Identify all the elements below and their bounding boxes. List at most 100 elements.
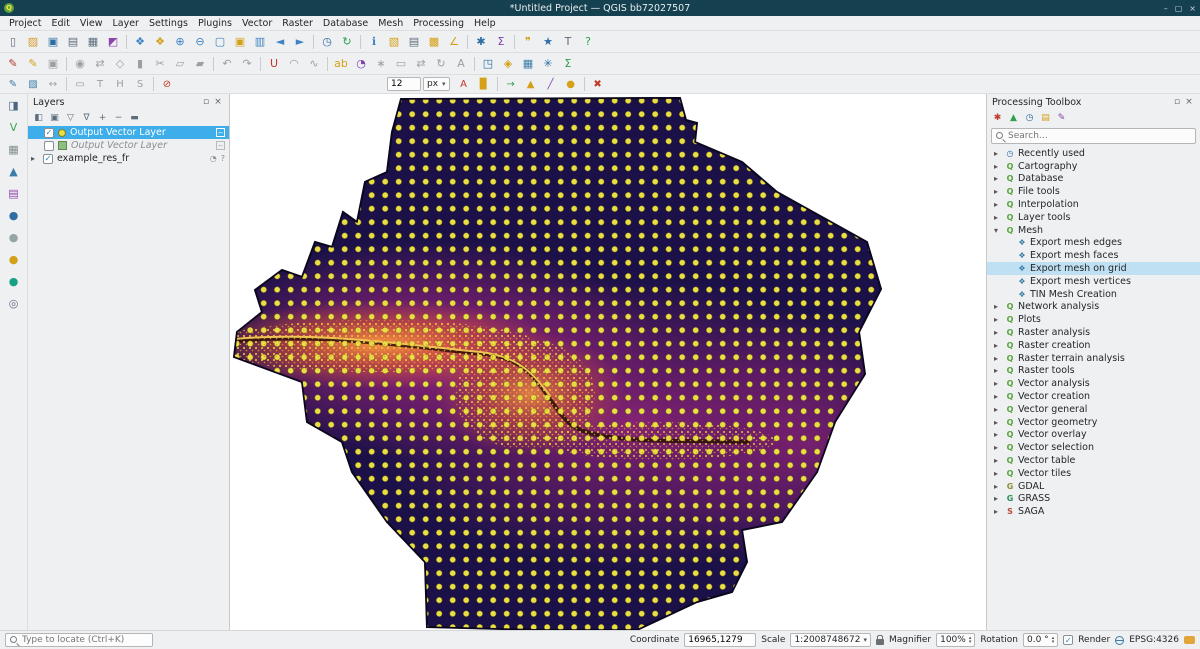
toolbar-icon[interactable] xyxy=(63,77,70,91)
close-button[interactable]: × xyxy=(1189,4,1196,13)
toolbar-icon[interactable] xyxy=(150,77,157,91)
expander-icon[interactable]: ▸ xyxy=(994,494,1002,503)
toolbar-icon[interactable] xyxy=(357,35,364,49)
pan-map-icon[interactable]: ❖ xyxy=(130,33,150,51)
collapse-all-icon[interactable]: − xyxy=(111,111,126,125)
layout-manager-icon[interactable]: ▦ xyxy=(83,33,103,51)
toolbox-group-interpolation[interactable]: ▸ Q Interpolation xyxy=(987,198,1200,211)
toolbox-group-cartography[interactable]: ▸ Q Cartography xyxy=(987,160,1200,173)
algorithm-export-mesh-vertices[interactable]: ❖ Export mesh vertices xyxy=(987,275,1200,288)
refresh-map-icon[interactable]: ↻ xyxy=(337,33,357,51)
vertex-tool-icon[interactable]: ◇ xyxy=(110,55,130,73)
expander-icon[interactable]: ▸ xyxy=(994,162,1002,171)
copy-features-icon[interactable]: ▱ xyxy=(170,55,190,73)
print-layout-icon[interactable]: ▤ xyxy=(63,33,83,51)
layer-crs-indicator-icon[interactable]: ? xyxy=(221,154,225,163)
toolbar-icon[interactable] xyxy=(324,57,331,71)
expander-icon[interactable]: ▸ xyxy=(994,302,1002,311)
history-icon[interactable]: ◷ xyxy=(1022,111,1037,125)
algorithm-export-mesh-edges[interactable]: ❖ Export mesh edges xyxy=(987,237,1200,250)
magnifier-spinbox[interactable]: 100% ▴▾ xyxy=(936,633,975,647)
toolbox-search-input[interactable] xyxy=(1008,131,1192,141)
text-color-icon[interactable]: A xyxy=(454,76,474,92)
sum-features-icon[interactable]: Σ xyxy=(558,55,578,73)
add-wms-layer-icon[interactable]: ● xyxy=(3,251,25,268)
add-spatialite-layer-icon[interactable]: ● xyxy=(3,229,25,246)
messages-icon[interactable] xyxy=(1184,636,1195,644)
toolbar-icon[interactable] xyxy=(123,35,130,49)
algorithm-export-mesh-on-grid[interactable]: ❖ Export mesh on grid xyxy=(987,262,1200,275)
rotate-label-icon[interactable]: ↻ xyxy=(431,55,451,73)
new-3d-map-icon[interactable]: ◳ xyxy=(478,55,498,73)
style-manager-icon[interactable]: ◩ xyxy=(103,33,123,51)
menu-item[interactable]: Layer xyxy=(107,18,144,29)
rotation-spinbox[interactable]: 0.0 ° ▴▾ xyxy=(1023,633,1058,647)
add-vector-layer-icon[interactable]: V xyxy=(3,119,25,136)
toolbox-group-vector-analysis[interactable]: ▸ Q Vector analysis xyxy=(987,377,1200,390)
pin-labels-icon[interactable]: ∗ xyxy=(371,55,391,73)
delete-selected-icon[interactable]: ▮ xyxy=(130,55,150,73)
toolbox-group-saga[interactable]: ▸ S SAGA xyxy=(987,505,1200,518)
spinner-arrows-icon[interactable]: ▴▾ xyxy=(1052,636,1055,644)
digitize-with-curve-icon[interactable]: ◠ xyxy=(284,55,304,73)
toolbox-group-vector-geometry[interactable]: ▸ Q Vector geometry xyxy=(987,416,1200,429)
crs-button[interactable]: EPSG:4326 xyxy=(1129,635,1179,645)
pan-to-selection-icon[interactable]: ❖ xyxy=(150,33,170,51)
toolbar-icon[interactable] xyxy=(511,35,518,49)
add-xyz-layer-icon[interactable]: ◎ xyxy=(3,295,25,312)
results-viewer-icon[interactable]: ▤ xyxy=(1038,111,1053,125)
cut-features-icon[interactable]: ✂ xyxy=(150,55,170,73)
layer-notes-indicator-icon[interactable]: ◔ xyxy=(210,154,217,163)
add-delimited-text-icon[interactable]: ▤ xyxy=(3,185,25,202)
text-annotation-tool-icon[interactable]: T xyxy=(90,76,110,92)
expander-icon[interactable]: ▸ xyxy=(994,366,1002,375)
snapping-options-icon[interactable]: U xyxy=(264,55,284,73)
move-label-icon[interactable]: ⇄ xyxy=(411,55,431,73)
temporal-controller-icon[interactable]: ◷ xyxy=(317,33,337,51)
render-checkbox[interactable] xyxy=(1063,635,1073,645)
toolbox-group-vector-creation[interactable]: ▸ Q Vector creation xyxy=(987,390,1200,403)
layer-checkbox[interactable] xyxy=(44,141,54,151)
processing-toolbox-icon[interactable]: ✱ xyxy=(471,33,491,51)
expander-icon[interactable]: ▸ xyxy=(994,315,1002,324)
toolbar-icon[interactable] xyxy=(581,77,588,91)
layer-checkbox[interactable] xyxy=(43,154,53,164)
expander-icon[interactable]: ▸ xyxy=(994,341,1002,350)
mesh-transform-icon[interactable]: ↔ xyxy=(43,76,63,92)
help-contents-icon[interactable]: ? xyxy=(578,33,598,51)
clear-annotations-icon[interactable]: ✖ xyxy=(588,76,608,92)
toolbar-icon[interactable] xyxy=(257,57,264,71)
expander-icon[interactable]: ▸ xyxy=(994,392,1002,401)
open-layer-styling-icon[interactable]: ◧ xyxy=(31,111,46,125)
toolbar-icon[interactable] xyxy=(494,77,501,91)
layer-labeling-icon[interactable]: ab xyxy=(331,55,351,73)
models-menu-icon[interactable]: ▲ xyxy=(1006,111,1021,125)
expander-icon[interactable]: ▸ xyxy=(994,354,1002,363)
toolbar-icon[interactable] xyxy=(464,35,471,49)
mesh-digitizing-icon[interactable]: ✎ xyxy=(3,76,23,92)
toolbox-group-vector-tiles[interactable]: ▸ Q Vector tiles xyxy=(987,467,1200,480)
toolbox-group-network-analysis[interactable]: ▸ Q Network analysis xyxy=(987,301,1200,314)
arrow-annotation-icon[interactable]: → xyxy=(501,76,521,92)
menu-item[interactable]: Edit xyxy=(47,18,75,29)
expander-icon[interactable]: ▸ xyxy=(994,379,1002,388)
zoom-full-icon[interactable]: ▢ xyxy=(210,33,230,51)
scale-label[interactable]: Scale xyxy=(761,635,785,645)
move-feature-icon[interactable]: ⇄ xyxy=(90,55,110,73)
zoom-last-icon[interactable]: ◄ xyxy=(270,33,290,51)
magnifier-label[interactable]: Magnifier xyxy=(889,635,931,645)
unit-combo[interactable]: px ▾ xyxy=(423,77,450,91)
float-panel-icon[interactable]: ▫ xyxy=(1171,97,1183,107)
open-attribute-table-icon[interactable]: ▤ xyxy=(404,33,424,51)
expander-icon[interactable]: ▸ xyxy=(994,213,1002,222)
algorithm-export-mesh-faces[interactable]: ❖ Export mesh faces xyxy=(987,249,1200,262)
current-edits-icon[interactable]: ✎ xyxy=(3,55,23,73)
expander-icon[interactable]: ▸ xyxy=(994,456,1002,465)
polygon-annotation-icon[interactable]: ▲ xyxy=(521,76,541,92)
expander-icon[interactable]: ▸ xyxy=(994,469,1002,478)
remove-layer-icon[interactable]: ▬ xyxy=(127,111,142,125)
mesh-calculator-icon[interactable]: ▦ xyxy=(518,55,538,73)
menu-item[interactable]: Processing xyxy=(408,18,469,29)
menu-item[interactable]: Mesh xyxy=(373,18,408,29)
zoom-to-layer-icon[interactable]: ▥ xyxy=(250,33,270,51)
